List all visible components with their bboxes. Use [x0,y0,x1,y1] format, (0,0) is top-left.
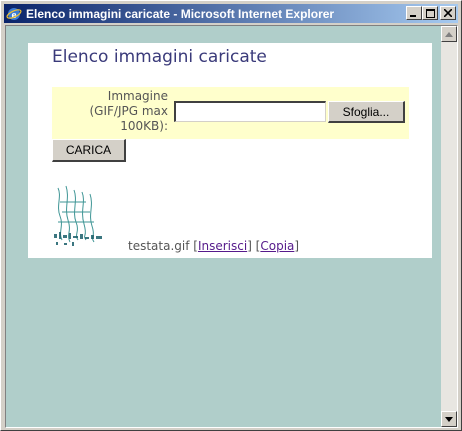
file-path-input[interactable] [174,101,326,122]
vertical-scrollbar[interactable] [441,26,457,427]
copy-link[interactable]: Copia [260,239,294,253]
image-filename: testata.gif [128,239,190,253]
arrow-up-icon [445,31,453,37]
image-thumbnail[interactable] [50,182,110,252]
upload-form: Immagine (GIF/JPG max 100KB): Sfoglia... [52,87,409,139]
page-title: Elenco immagini caricate [52,47,267,67]
image-label-line: 100KB): [120,119,168,133]
arrow-down-icon [445,416,453,422]
maximize-icon [425,8,435,18]
image-field-label: Immagine (GIF/JPG max 100KB): [52,89,169,134]
browse-button[interactable]: Sfoglia... [328,101,405,123]
page-viewport: Elenco immagini caricate Immagine (GIF/J… [5,25,458,428]
insert-link[interactable]: Inserisci [198,239,247,253]
window-title: Elenco immagini caricate - Microsoft Int… [26,6,335,21]
maximize-button[interactable] [422,6,438,20]
close-button[interactable] [440,6,456,20]
minimize-button[interactable] [406,6,422,20]
ie-icon[interactable]: e [6,6,22,22]
scroll-down-button[interactable] [441,411,457,427]
content-panel: Elenco immagini caricate Immagine (GIF/J… [28,43,432,258]
window-controls [406,6,456,20]
title-bar[interactable]: e Elenco immagini caricate - Microsoft I… [4,4,458,23]
close-icon [444,9,452,17]
browser-window: e Elenco immagini caricate - Microsoft I… [0,0,462,431]
upload-button[interactable]: CARICA [52,139,126,162]
image-label-line: (GIF/JPG max [89,104,169,118]
image-list-item: testata.gif [Inserisci] [Copia] [128,239,300,253]
minimize-icon [410,15,416,17]
image-label-line: Immagine [107,89,168,103]
scroll-up-button[interactable] [441,26,457,42]
